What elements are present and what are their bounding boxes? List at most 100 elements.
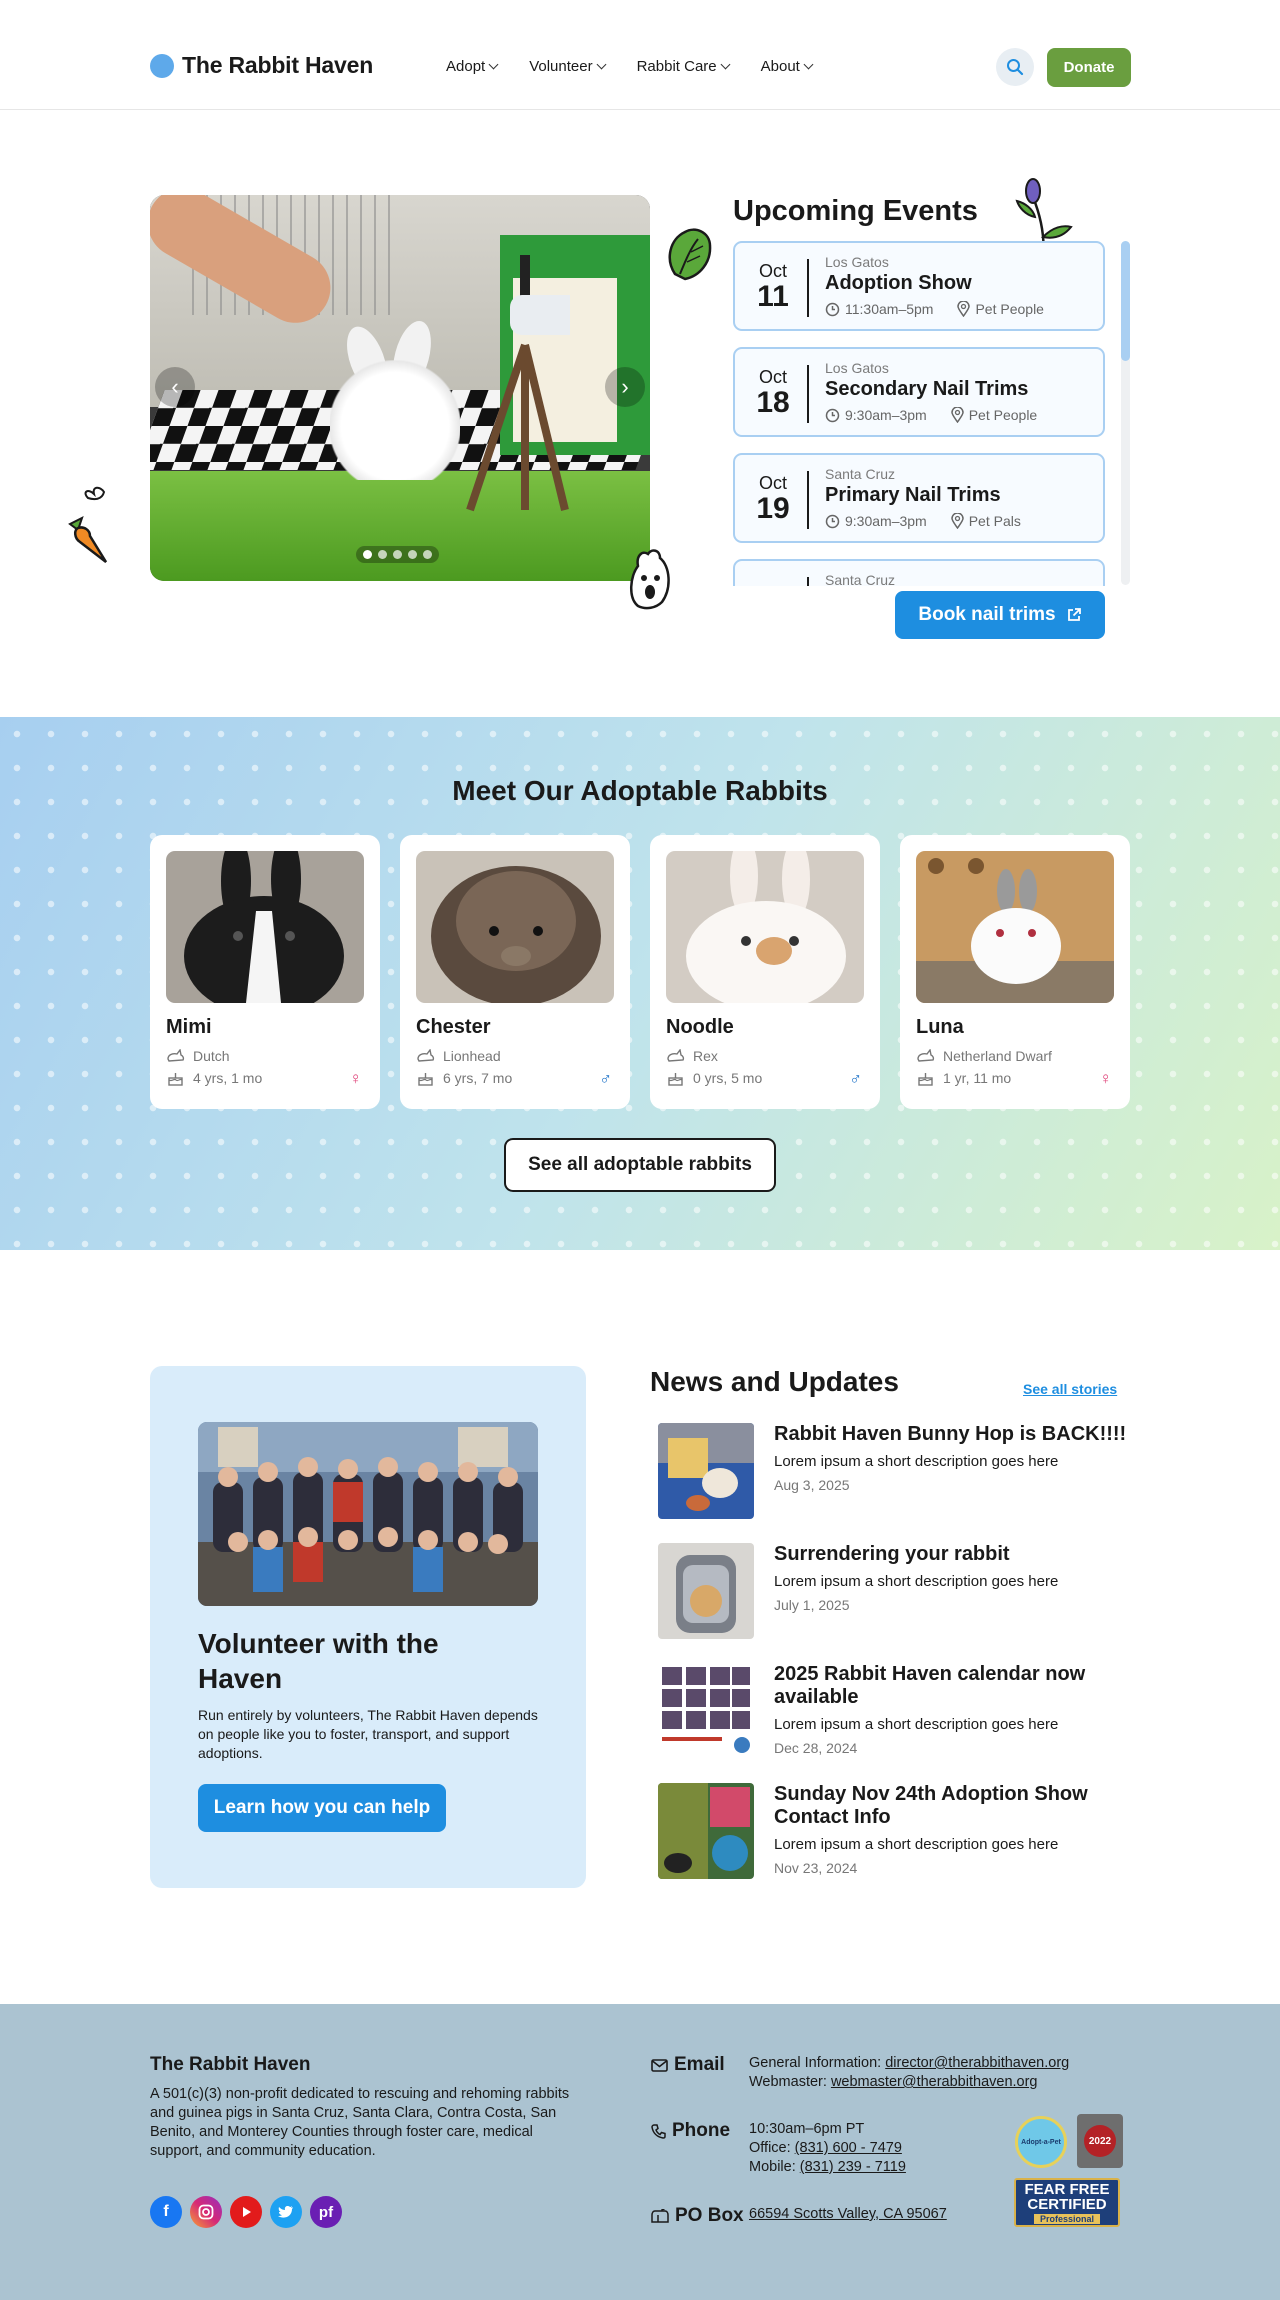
event-time-text: 11:30am–5pm	[845, 301, 934, 317]
rabbit-card[interactable]: Mimi Dutch 4 yrs, 1 mo ♀	[150, 835, 380, 1109]
instagram-icon[interactable]	[190, 2196, 222, 2228]
pobox-label: PO Box	[651, 2205, 744, 2227]
event-card[interactable]: Santa Cruz	[733, 559, 1105, 586]
pobox-address[interactable]: 66594 Scotts Valley, CA 95067	[749, 2206, 947, 2222]
news-description: Lorem ipsum a short description goes her…	[774, 1573, 1059, 1590]
mobile-phone-link[interactable]: (831) 239 - 7119	[800, 2159, 906, 2175]
twitter-icon[interactable]	[270, 2196, 302, 2228]
youtube-icon[interactable]	[230, 2196, 262, 2228]
phone-label: Phone	[651, 2120, 730, 2142]
phone-prefix: Mobile:	[749, 2159, 800, 2175]
event-city: Los Gatos	[825, 254, 889, 270]
events-title: Upcoming Events	[733, 195, 978, 227]
search-button[interactable]	[996, 48, 1034, 86]
divider	[807, 365, 809, 423]
location-pin-icon	[950, 407, 964, 423]
event-time-text: 9:30am–3pm	[845, 513, 927, 529]
location-pin-icon	[950, 513, 964, 529]
event-place: Pet People	[950, 407, 1037, 423]
rabbit-card[interactable]: Chester Lionhead 6 yrs, 7 mo ♂	[400, 835, 630, 1109]
nav-label: Rabbit Care	[636, 58, 717, 75]
event-time: 11:30am–5pm	[825, 301, 933, 317]
nav-volunteer[interactable]: Volunteer	[529, 58, 607, 75]
fear-free-badge: FEAR FREE CERTIFIED Professional	[1014, 2178, 1120, 2227]
nav-label: About	[760, 58, 800, 75]
carousel-next-button[interactable]: ›	[605, 367, 645, 407]
event-card[interactable]: Oct 18 Los Gatos Secondary Nail Trims 9:…	[733, 347, 1105, 437]
email-prefix: General Information:	[749, 2055, 886, 2071]
rabbit-card[interactable]: Noodle Rex 0 yrs, 5 mo ♂	[650, 835, 880, 1109]
events-scrollbar[interactable]	[1121, 241, 1130, 585]
news-body: Surrendering your rabbit Lorem ipsum a s…	[774, 1543, 1134, 1615]
carousel-bunny	[330, 360, 460, 480]
logo[interactable]: The Rabbit Haven	[150, 52, 373, 79]
news-thumb-art	[658, 1783, 754, 1879]
site-header: The Rabbit Haven Adopt Volunteer Rabbit …	[0, 0, 1280, 110]
carrot-doodle-icon	[68, 486, 108, 563]
carousel-dot[interactable]	[423, 550, 432, 559]
chevron-left-icon: ‹	[171, 374, 179, 399]
news-body: Sunday Nov 24th Adoption Show Contact In…	[774, 1783, 1134, 1878]
event-card[interactable]: Oct 11 Los Gatos Adoption Show 11:30am–5…	[733, 241, 1105, 331]
event-day: 11	[757, 280, 789, 313]
news-date: Nov 23, 2024	[774, 1860, 858, 1876]
twitter-glyph	[278, 2206, 293, 2218]
office-phone-link[interactable]: (831) 600 - 7479	[795, 2140, 902, 2156]
rabbit-photo	[916, 851, 1114, 1003]
hero-carousel[interactable]: ‹ ›	[150, 195, 650, 581]
event-card[interactable]: Oct 19 Santa Cruz Primary Nail Trims 9:3…	[733, 453, 1105, 543]
location-pin-icon	[957, 301, 971, 317]
event-name: Adoption Show	[825, 272, 972, 294]
webmaster-email-link[interactable]: webmaster@therabbithaven.org	[831, 2074, 1038, 2090]
rabbit-breed-icon	[917, 1049, 935, 1062]
news-headline: Sunday Nov 24th Adoption Show Contact In…	[774, 1783, 1088, 1828]
news-item[interactable]: 2025 Rabbit Haven calendar now available…	[658, 1663, 1138, 1763]
birthday-cake-icon	[918, 1073, 933, 1086]
news-item[interactable]: Surrendering your rabbit Lorem ipsum a s…	[658, 1543, 1138, 1643]
learn-how-button[interactable]: Learn how you can help	[198, 1784, 446, 1832]
rabbit-card[interactable]: Luna Netherland Dwarf 1 yr, 11 mo ♀	[900, 835, 1130, 1109]
logo-text: The Rabbit Haven	[182, 52, 374, 78]
rabbit-photo-art	[666, 851, 864, 1003]
facebook-icon[interactable]: f	[150, 2196, 182, 2228]
rabbit-name: Luna	[916, 1016, 964, 1038]
rabbit-breed-icon	[667, 1049, 685, 1062]
search-icon	[1007, 59, 1024, 76]
event-time: 9:30am–3pm	[825, 407, 927, 423]
lettuce-doodle-icon	[668, 228, 712, 281]
news-item[interactable]: Sunday Nov 24th Adoption Show Contact In…	[658, 1783, 1138, 1883]
divider	[807, 577, 809, 586]
news-item[interactable]: Rabbit Haven Bunny Hop is BACK!!!! Lorem…	[658, 1423, 1138, 1523]
volunteer-group-photo	[198, 1422, 538, 1606]
petfinder-icon[interactable]: pf	[310, 2196, 342, 2228]
nav-adopt[interactable]: Adopt	[446, 58, 499, 75]
phone-prefix: Office:	[749, 2140, 795, 2156]
general-email-link[interactable]: director@therabbithaven.org	[885, 2055, 1069, 2071]
carousel-dot[interactable]	[378, 550, 387, 559]
event-city: Los Gatos	[825, 360, 889, 376]
scrollbar-thumb[interactable]	[1121, 241, 1130, 361]
rabbit-breed: Dutch	[193, 1048, 230, 1064]
birthday-cake-icon	[668, 1073, 683, 1086]
book-nail-trims-button[interactable]: Book nail trims	[895, 591, 1105, 639]
carousel-prev-button[interactable]: ‹	[155, 367, 195, 407]
nav-about[interactable]: About	[760, 58, 814, 75]
birthday-cake-icon	[418, 1073, 433, 1086]
clock-icon	[825, 514, 840, 528]
volunteer-title: Volunteer with the Haven	[198, 1628, 439, 1694]
see-all-stories-link[interactable]: See all stories	[1023, 1381, 1117, 1397]
female-icon: ♀	[1099, 1069, 1112, 1088]
donate-button[interactable]: Donate	[1047, 48, 1131, 87]
carousel-dot[interactable]	[408, 550, 417, 559]
event-day: 18	[756, 386, 790, 419]
see-all-rabbits-button[interactable]: See all adoptable rabbits	[504, 1138, 776, 1192]
carousel-dot[interactable]	[393, 550, 402, 559]
carousel-dot[interactable]	[363, 550, 372, 559]
site-footer: The Rabbit Haven A 501(c)(3) non-profit …	[0, 2004, 1280, 2300]
news-date: Aug 3, 2025	[774, 1477, 850, 1493]
mail-icon	[651, 2058, 668, 2072]
event-time: 9:30am–3pm	[825, 513, 927, 529]
event-name: Primary Nail Trims	[825, 484, 1001, 506]
nav-rabbit-care[interactable]: Rabbit Care	[636, 58, 731, 75]
rabbit-breed: Rex	[693, 1048, 718, 1064]
